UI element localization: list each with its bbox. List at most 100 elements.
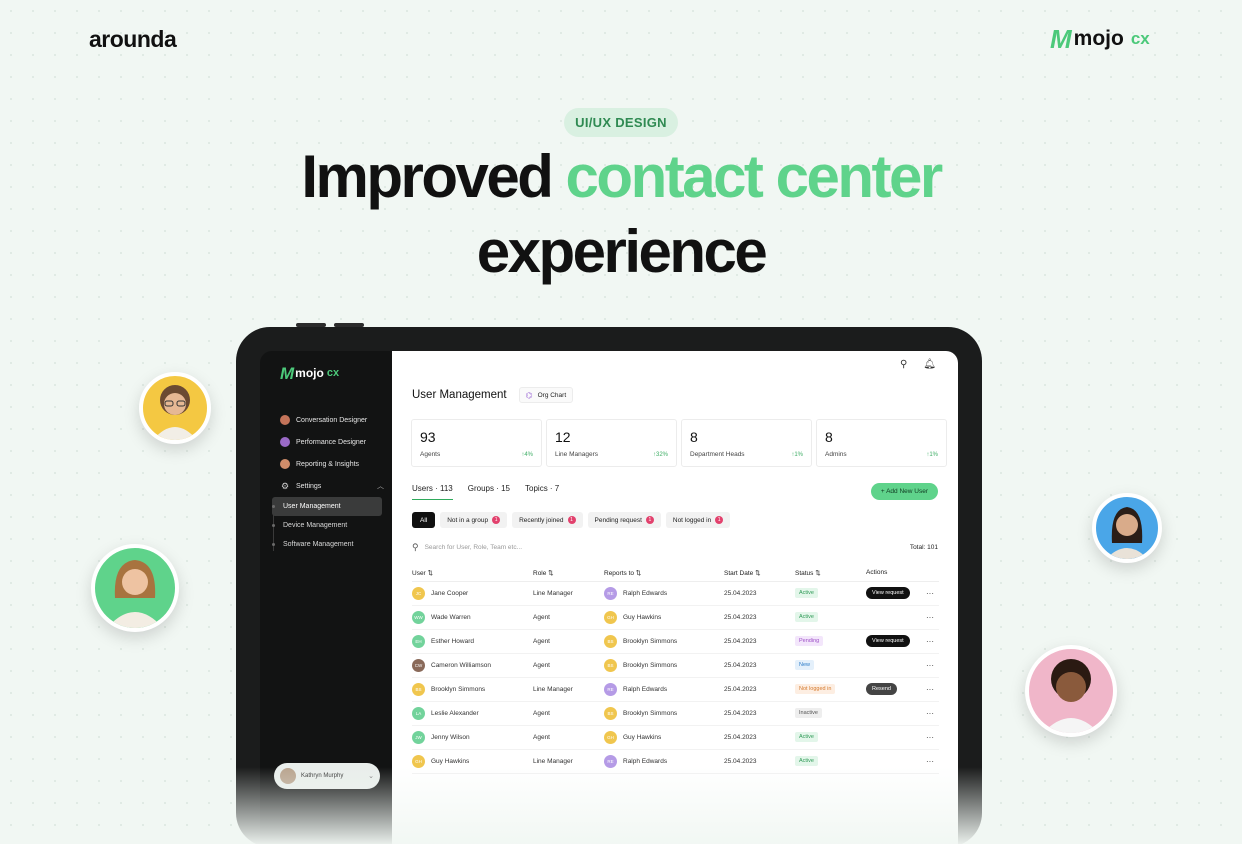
table-row[interactable]: GH Guy Hawkins Line Manager RE Ralph Edwards… bbox=[412, 749, 939, 774]
search-icon[interactable]: ⚲ bbox=[900, 359, 907, 370]
filter-not-in-group[interactable]: Not in a group 1 bbox=[440, 512, 508, 528]
filter-all[interactable]: All bbox=[412, 512, 436, 528]
table-row[interactable]: JC Jane Cooper Line Manager RE Ralph Edwards… bbox=[412, 581, 939, 606]
more-options-icon[interactable]: ··· bbox=[921, 701, 939, 726]
stat-label: Agents bbox=[420, 451, 441, 458]
col-status[interactable]: Status ⇅ bbox=[795, 565, 866, 582]
col-user[interactable]: User ⇅ bbox=[412, 565, 533, 582]
cell-user: CW Cameron Williamson bbox=[412, 653, 533, 678]
page-title: User Management bbox=[412, 389, 507, 401]
more-options-icon[interactable]: ··· bbox=[921, 677, 939, 702]
cell-action: Resend bbox=[866, 677, 921, 702]
cell-start-date: 25.04.2023 bbox=[724, 701, 795, 726]
row-action-button[interactable]: View request bbox=[866, 635, 910, 647]
user-name: Esther Howard bbox=[431, 637, 474, 645]
table-row[interactable]: LA Leslie Alexander Agent BS Brooklyn Simmon… bbox=[412, 701, 939, 726]
search-input[interactable]: Search for User, Role, Team etc... bbox=[425, 544, 904, 551]
stat-card: 12 Line Managers ↑32% bbox=[546, 419, 677, 467]
more-options-icon[interactable]: ··· bbox=[921, 629, 939, 654]
col-reports-to[interactable]: Reports to ⇅ bbox=[604, 565, 724, 582]
sidebar-logo[interactable]: M mojo cx bbox=[260, 365, 392, 382]
reports-to-name: Ralph Edwards bbox=[623, 589, 668, 597]
current-user-chip[interactable]: Kathryn Murphy ⌄ bbox=[274, 763, 380, 789]
chevron-up-icon: ︿ bbox=[377, 483, 384, 490]
avatar bbox=[280, 768, 296, 784]
row-action-button[interactable]: Resend bbox=[866, 683, 897, 695]
cell-reports-to: BS Brooklyn Simmons bbox=[604, 653, 724, 678]
cell-action: View request bbox=[866, 581, 921, 606]
mojo-cx-logo: M mojo cx bbox=[1050, 26, 1150, 52]
sidebar-item-device-management[interactable]: Device Management bbox=[272, 516, 382, 535]
arounda-logo: arounda bbox=[89, 26, 177, 52]
cell-reports-to: BS Brooklyn Simmons bbox=[604, 701, 724, 726]
more-options-icon[interactable]: ··· bbox=[921, 653, 939, 678]
stat-card: 8 Admins ↑1% bbox=[816, 419, 947, 467]
filter-label: Not in a group bbox=[447, 516, 489, 524]
user-name: Brooklyn Simmons bbox=[431, 685, 486, 693]
stat-label: Line Managers bbox=[555, 451, 598, 458]
avatar: RE bbox=[604, 586, 617, 600]
tablet-button bbox=[334, 323, 364, 327]
user-name: Guy Hawkins bbox=[431, 757, 470, 765]
table-row[interactable]: EH Esther Howard Agent BS Brooklyn Simmons 25… bbox=[412, 629, 939, 654]
users-table: User ⇅ Role ⇅ Reports to ⇅ Start Date ⇅ … bbox=[412, 565, 939, 774]
cell-action bbox=[866, 605, 921, 630]
sidebar-item-settings[interactable]: ⚙ Settings ︿ bbox=[260, 475, 392, 497]
status-badge: Pending bbox=[795, 636, 824, 646]
column-label: Status bbox=[795, 569, 814, 577]
cell-role: Agent bbox=[533, 653, 604, 678]
bell-icon[interactable]: 🔔︎ bbox=[923, 359, 936, 370]
sidebar-item-performance-designer[interactable]: Performance Designer bbox=[260, 431, 392, 453]
avatar: WW bbox=[412, 610, 425, 624]
sidebar-item-reporting[interactable]: Reporting & Insights bbox=[260, 453, 392, 475]
filter-pending-request[interactable]: Pending request 1 bbox=[587, 512, 661, 528]
conversation-designer-icon bbox=[280, 415, 290, 425]
add-user-button[interactable]: + Add New User bbox=[870, 483, 938, 500]
tab-topics[interactable]: Topics · 7 bbox=[525, 484, 559, 500]
sidebar-item-software-management[interactable]: Software Management bbox=[272, 535, 382, 554]
org-chart-button[interactable]: ⌬ Org Chart bbox=[518, 387, 574, 403]
tab-users[interactable]: Users · 113 bbox=[412, 484, 453, 500]
cell-user: EH Esther Howard bbox=[412, 629, 533, 654]
reports-to-name: Brooklyn Simmons bbox=[623, 637, 678, 645]
table-row[interactable]: BS Brooklyn Simmons Line Manager RE Ralph Ed… bbox=[412, 677, 939, 702]
row-action-button[interactable]: View request bbox=[866, 587, 910, 599]
more-options-icon[interactable]: ··· bbox=[921, 749, 939, 774]
column-label: Actions bbox=[866, 569, 888, 577]
cell-start-date: 25.04.2023 bbox=[724, 581, 795, 606]
org-chart-icon: ⌬ bbox=[525, 390, 533, 400]
filter-not-logged-in[interactable]: Not logged in 1 bbox=[665, 512, 731, 528]
filter-recently-joined[interactable]: Recently joined 1 bbox=[512, 512, 583, 528]
sidebar-item-user-management[interactable]: User Management bbox=[272, 497, 382, 516]
search-icon: ⚲ bbox=[412, 541, 419, 552]
more-options-icon[interactable]: ··· bbox=[921, 581, 939, 606]
headline-dark-text: Improved bbox=[301, 143, 554, 210]
floating-avatar-man-glasses bbox=[139, 372, 211, 444]
cell-user: WW Wade Warren bbox=[412, 605, 533, 630]
filter-badge: 1 bbox=[492, 516, 501, 524]
table-row[interactable]: CW Cameron Williamson Agent BS Brooklyn Simm… bbox=[412, 653, 939, 678]
cell-reports-to: GH Guy Hawkins bbox=[604, 605, 724, 630]
cell-start-date: 25.04.2023 bbox=[724, 749, 795, 774]
table-row[interactable]: JW Jenny Wilson Agent GH Guy Hawkins 25.04.20… bbox=[412, 725, 939, 750]
table-row[interactable]: WW Wade Warren Agent GH Guy Hawkins 25.04.202… bbox=[412, 605, 939, 630]
stat-label: Admins bbox=[825, 451, 847, 458]
more-options-icon[interactable]: ··· bbox=[921, 605, 939, 630]
user-name: Cameron Williamson bbox=[431, 661, 491, 669]
col-role[interactable]: Role ⇅ bbox=[533, 565, 604, 582]
sidebar-item-conversation-designer[interactable]: Conversation Designer bbox=[260, 409, 392, 431]
stat-change: ↑1% bbox=[791, 452, 803, 458]
cell-role: Agent bbox=[533, 605, 604, 630]
cell-status: New bbox=[795, 653, 866, 678]
more-options-icon[interactable]: ··· bbox=[921, 725, 939, 750]
mojo-m-mark-icon: M bbox=[1050, 24, 1072, 54]
filter-label: Pending request bbox=[594, 516, 642, 524]
filter-badge: 1 bbox=[715, 516, 724, 524]
status-badge: Active bbox=[795, 612, 818, 622]
headline-line-1: Improved contact center bbox=[0, 142, 1242, 211]
cell-status: Not logged in bbox=[795, 677, 866, 702]
cell-role: Line Manager bbox=[533, 581, 604, 606]
col-start-date[interactable]: Start Date ⇅ bbox=[724, 565, 795, 582]
reporting-icon bbox=[280, 459, 290, 469]
tab-groups[interactable]: Groups · 15 bbox=[468, 484, 510, 500]
